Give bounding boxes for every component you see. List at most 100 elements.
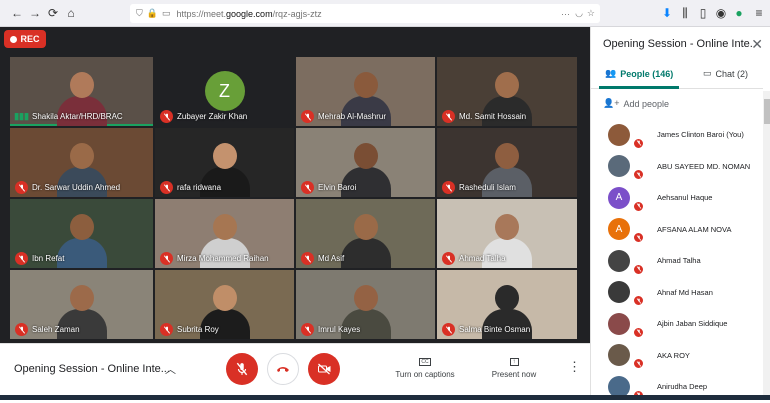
participant-list-name: Aehsanul Haque xyxy=(657,193,713,203)
video-tile[interactable]: Elvin Baroi xyxy=(296,128,435,197)
mic-off-icon xyxy=(301,181,314,194)
pocket-icon[interactable]: ◡ xyxy=(575,8,583,19)
avatar: A xyxy=(608,218,644,244)
participant-list-item[interactable]: AKA ROY xyxy=(591,340,763,372)
participant-name: Subrita Roy xyxy=(177,325,219,334)
video-tile[interactable]: Mehrab Al-Mashrur xyxy=(296,57,435,126)
mic-off-icon xyxy=(301,323,314,336)
participant-name: Ibn Refat xyxy=(32,254,65,263)
video-tile[interactable]: Md. Samit Hossain xyxy=(437,57,577,126)
video-grid: REC ▮▮▮ Shakila Aktar/HRD/BRAC Z Zubayer Za… xyxy=(0,27,590,343)
tab-chat[interactable]: ▭ Chat (2) xyxy=(703,68,748,79)
library-icon[interactable]: ⫼ xyxy=(676,4,694,22)
close-icon[interactable]: ✕ xyxy=(751,36,763,53)
video-tile[interactable]: Saleh Zaman xyxy=(10,270,153,339)
add-people-label: Add people xyxy=(623,98,670,109)
more-icon[interactable]: ··· xyxy=(561,9,570,19)
video-tile[interactable]: Dr. Sarwar Uddin Ahmed xyxy=(10,128,153,197)
closed-captions-icon: CC xyxy=(419,358,431,366)
bottom-control-bar: Opening Session - Online Inte... ︿ CC Tu… xyxy=(0,343,590,400)
chat-tab-label: Chat (2) xyxy=(715,68,749,79)
participant-name: Dr. Sarwar Uddin Ahmed xyxy=(32,183,121,192)
extension-icon[interactable]: ● xyxy=(730,4,748,22)
people-tab-label: People (146) xyxy=(620,68,674,79)
shield-icon: ⛉ xyxy=(136,8,143,18)
recording-badge: REC xyxy=(4,30,46,48)
avatar: Z xyxy=(204,71,245,111)
home-icon[interactable]: ⌂ xyxy=(62,4,80,22)
participant-list-name: ABU SAYEED MD. NOMAN xyxy=(657,161,751,171)
participant-list-item[interactable]: Ahnaf Md Hasan xyxy=(591,277,763,309)
video-tile[interactable]: rafa ridwana xyxy=(155,128,294,197)
add-person-icon: 👤+ xyxy=(603,98,620,108)
lock-icon: 🔒 xyxy=(146,8,158,18)
participant-list-item[interactable]: ABU SAYEED MD. NOMAN xyxy=(591,151,763,183)
video-tile[interactable]: Subrita Roy xyxy=(155,270,294,339)
participant-list-name: Anirudha Deep xyxy=(657,382,708,392)
video-tile[interactable]: Md Asif xyxy=(296,199,435,268)
camera-toggle-button[interactable] xyxy=(308,353,340,385)
avatar xyxy=(608,312,644,338)
captions-button[interactable]: CC Turn on captions xyxy=(395,358,455,379)
active-tab-indicator xyxy=(599,86,679,89)
mic-off-icon xyxy=(15,181,28,194)
video-tile[interactable]: Ahmad Talha xyxy=(437,199,577,268)
avatar xyxy=(608,155,644,181)
video-tile[interactable]: Imrul Kayes xyxy=(296,270,435,339)
camera-off-icon xyxy=(317,363,330,375)
more-options-icon[interactable]: ⋮ xyxy=(568,359,581,375)
scrollbar[interactable] xyxy=(763,91,770,400)
add-people-button[interactable]: 👤+ Add people xyxy=(603,98,669,109)
menu-icon[interactable]: ≡ xyxy=(750,4,768,22)
participant-list-item[interactable]: Ahmad Talha xyxy=(591,245,763,277)
back-icon[interactable]: ← xyxy=(8,4,26,22)
download-icon[interactable]: ⬇ xyxy=(658,4,676,22)
video-tile[interactable]: Rasheduli Islam xyxy=(437,128,577,197)
video-tile[interactable]: Salma Binte Osman xyxy=(437,270,577,339)
participant-video xyxy=(339,212,393,268)
sidebar-icon[interactable]: ▯ xyxy=(694,4,712,22)
mic-off-icon xyxy=(633,232,644,244)
mic-off-icon xyxy=(442,323,455,336)
participant-list: James Clinton Baroi (You) ABU SAYEED MD. … xyxy=(591,119,763,403)
mic-off-icon xyxy=(633,137,644,149)
avatar xyxy=(608,249,644,275)
mic-off-icon xyxy=(633,263,644,275)
avatar xyxy=(608,281,644,307)
bookmark-star-icon[interactable]: ☆ xyxy=(587,8,595,19)
participant-name: Mirza Mohammed Raihan xyxy=(177,254,269,263)
video-tile[interactable]: ▮▮▮ Shakila Aktar/HRD/BRAC xyxy=(10,57,153,126)
tab-people[interactable]: 👥 People (146) xyxy=(605,68,673,79)
chevron-up-icon[interactable]: ︿ xyxy=(165,361,176,377)
participant-name: Md. Samit Hossain xyxy=(459,112,527,121)
participant-name: Shakila Aktar/HRD/BRAC xyxy=(32,112,123,121)
video-tile[interactable]: Mirza Mohammed Raihan xyxy=(155,199,294,268)
meeting-details-title[interactable]: Opening Session - Online Inte... xyxy=(14,363,170,375)
leave-call-button[interactable] xyxy=(267,353,299,385)
mic-off-icon xyxy=(160,110,173,123)
participant-name: rafa ridwana xyxy=(177,183,222,192)
participant-list-item[interactable]: Ajbin Jaban Siddique xyxy=(591,308,763,340)
mic-off-icon xyxy=(633,295,644,307)
participant-list-name: Ajbin Jaban Siddique xyxy=(657,319,728,329)
video-tile[interactable]: Z Zubayer Zakir Khan xyxy=(155,57,294,126)
mic-toggle-button[interactable] xyxy=(226,353,258,385)
scrollbar-thumb[interactable] xyxy=(764,99,770,124)
mic-off-icon xyxy=(301,110,314,123)
account-icon[interactable]: ◉ xyxy=(712,4,730,22)
mic-off-icon xyxy=(633,358,644,370)
panel-tabs: 👥 People (146) ▭ Chat (2) xyxy=(591,62,763,89)
present-button[interactable]: ↑ Present now xyxy=(488,358,540,379)
participant-list-item[interactable]: A AFSANA ALAM NOVA xyxy=(591,214,763,246)
camera-permission-icon[interactable]: ▭ xyxy=(162,8,171,19)
participant-name: Elvin Baroi xyxy=(318,183,357,192)
reload-icon[interactable]: ⟳ xyxy=(44,4,62,22)
forward-icon[interactable]: → xyxy=(26,4,44,22)
participant-list-name: AFSANA ALAM NOVA xyxy=(657,224,732,234)
url-bar[interactable]: ⛉ 🔒 ▭ https://meet. google.com/rqz-agjs-z… xyxy=(130,4,600,23)
participant-list-item[interactable]: James Clinton Baroi (You) xyxy=(591,119,763,151)
url-prefix: https://meet. xyxy=(176,8,227,19)
participant-list-item[interactable]: A Aehsanul Haque xyxy=(591,182,763,214)
video-tile[interactable]: Ibn Refat xyxy=(10,199,153,268)
avatar xyxy=(608,344,644,370)
